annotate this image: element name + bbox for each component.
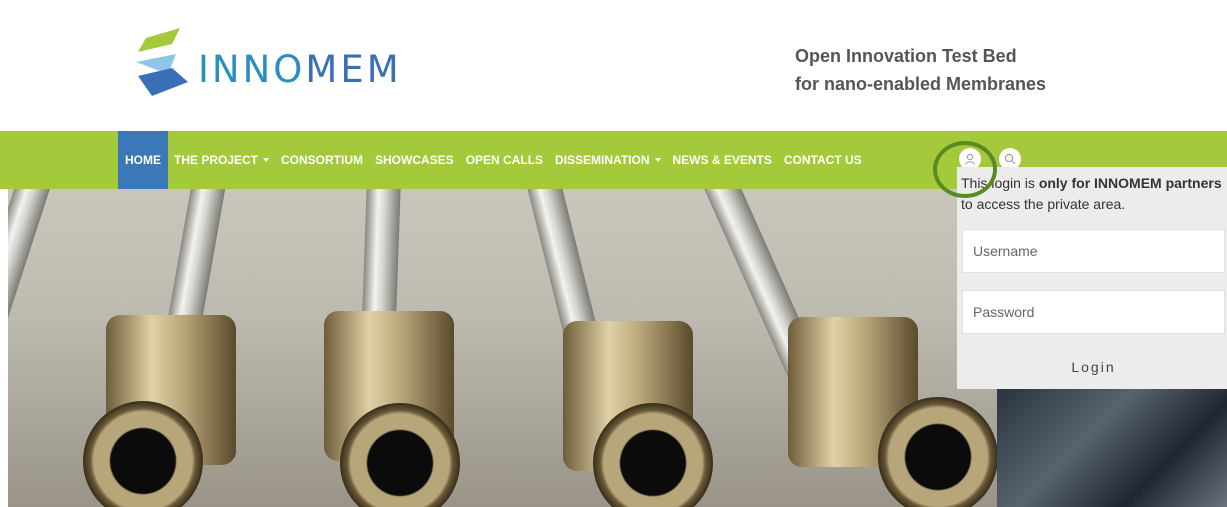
nav-item-contact-us[interactable]: CONTACT US	[778, 131, 868, 189]
caret-down-icon	[654, 158, 661, 162]
nav-item-home[interactable]: HOME	[118, 131, 168, 189]
nav-item-showcases[interactable]: SHOWCASES	[369, 131, 460, 189]
logo-wordmark: INNOMEM	[198, 48, 402, 91]
site-header: INNOMEM Open Innovation Test Bed for nan…	[0, 0, 1227, 131]
nav-item-news-events[interactable]: NEWS & EVENTS	[667, 131, 778, 189]
username-input[interactable]	[962, 229, 1225, 273]
site-tagline: Open Innovation Test Bed for nano-enable…	[795, 42, 1046, 98]
tagline-line1: Open Innovation Test Bed	[795, 46, 1017, 66]
logo-mark-icon	[136, 28, 188, 96]
nav-item-the-project[interactable]: THE PROJECT	[168, 131, 275, 189]
caret-down-icon	[263, 158, 270, 162]
logo-text-mem: MEM	[305, 48, 402, 91]
nav-item-dissemination[interactable]: DISSEMINATION	[549, 131, 666, 189]
search-icon	[1004, 153, 1016, 165]
logo-text-inno: INNO	[198, 48, 306, 91]
tagline-line2: for nano-enabled Membranes	[795, 74, 1047, 94]
nav-item-consortium[interactable]: CONSORTIUM	[275, 131, 369, 189]
login-message: This login is only for INNOMEM partners …	[961, 175, 1222, 212]
innomem-logo[interactable]: INNOMEM	[132, 26, 432, 106]
user-icon	[965, 153, 975, 165]
login-button[interactable]: Login	[962, 350, 1225, 384]
hero-image	[8, 189, 997, 507]
nav-item-open-calls[interactable]: OPEN CALLS	[460, 131, 549, 189]
password-input[interactable]	[962, 290, 1225, 334]
hero-fitting-opening	[878, 397, 997, 507]
nav-menu: HOME THE PROJECT CONSORTIUM SHOWCASES OP…	[118, 131, 868, 189]
hero-side-image	[997, 389, 1227, 507]
login-dropdown: This login is only for INNOMEM partners …	[957, 167, 1227, 389]
